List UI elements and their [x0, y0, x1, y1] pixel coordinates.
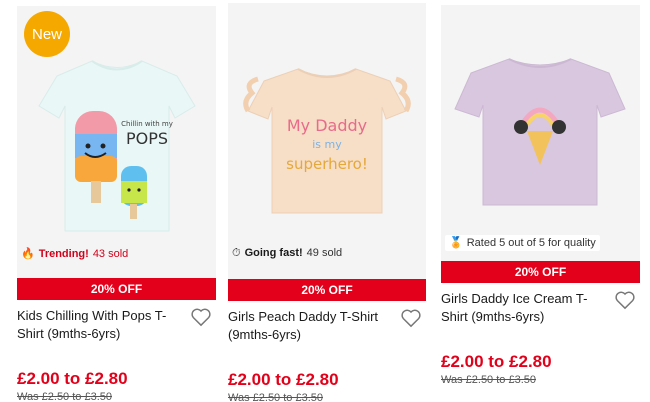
wishlist-heart-icon[interactable] — [400, 308, 422, 328]
going-fast-status: ⏱ Going fast! 49 sold — [232, 246, 343, 259]
quality-rating-status: 🏅 Rated 5 out of 5 for quality — [445, 235, 600, 251]
product-title[interactable]: Girls Peach Daddy T-Shirt (9mths-6yrs) — [228, 309, 378, 342]
sale-price: £2.00 to £2.80 — [441, 352, 552, 371]
sale-price: £2.00 to £2.80 — [17, 369, 128, 388]
svg-text:POPS: POPS — [126, 129, 168, 148]
wishlist-heart-icon[interactable] — [190, 307, 212, 327]
was-price: Was £2.50 to £3.50 — [441, 374, 536, 386]
discount-banner: 20% OFF — [228, 279, 426, 301]
sale-price: £2.00 to £2.80 — [228, 370, 339, 389]
product-title[interactable]: Girls Daddy Ice Cream T-Shirt (9mths-6yr… — [441, 291, 587, 324]
stopwatch-icon: ⏱ — [232, 246, 241, 259]
tshirt-daddy-superhero-graphic: My Daddy is my superhero! — [228, 3, 426, 279]
wishlist-heart-icon[interactable] — [614, 290, 636, 310]
product-image[interactable]: New Chillin with my POPS 🔥 Trending! 43 … — [17, 6, 216, 278]
discount-banner: 20% OFF — [441, 261, 640, 283]
was-price: Was £2.50 to £3.50 — [228, 392, 323, 402]
svg-text:Chillin with my: Chillin with my — [121, 120, 173, 128]
new-badge: New — [24, 11, 70, 57]
product-title[interactable]: Kids Chilling With Pops T-Shirt (9mths-6… — [17, 308, 166, 341]
svg-text:superhero!: superhero! — [286, 155, 368, 173]
product-image[interactable]: My Daddy is my superhero! ⏱ Going fast! … — [228, 3, 426, 279]
tshirt-ice-cream-graphic — [441, 5, 640, 261]
product-image[interactable]: 🏅 Rated 5 out of 5 for quality — [441, 5, 640, 261]
product-card[interactable]: My Daddy is my superhero! ⏱ Going fast! … — [228, 0, 426, 402]
product-card[interactable]: 🏅 Rated 5 out of 5 for quality 20% OFF G… — [441, 0, 640, 386]
trending-status: 🔥 Trending! 43 sold — [21, 247, 129, 260]
svg-text:is my: is my — [312, 138, 342, 151]
was-price: Was £2.50 to £3.50 — [17, 391, 112, 402]
svg-text:My Daddy: My Daddy — [287, 116, 367, 135]
fire-icon: 🔥 — [21, 247, 35, 260]
medal-icon: 🏅 — [449, 236, 463, 249]
discount-banner: 20% OFF — [17, 278, 216, 300]
product-card[interactable]: New Chillin with my POPS 🔥 Trending! 43 … — [17, 0, 216, 402]
